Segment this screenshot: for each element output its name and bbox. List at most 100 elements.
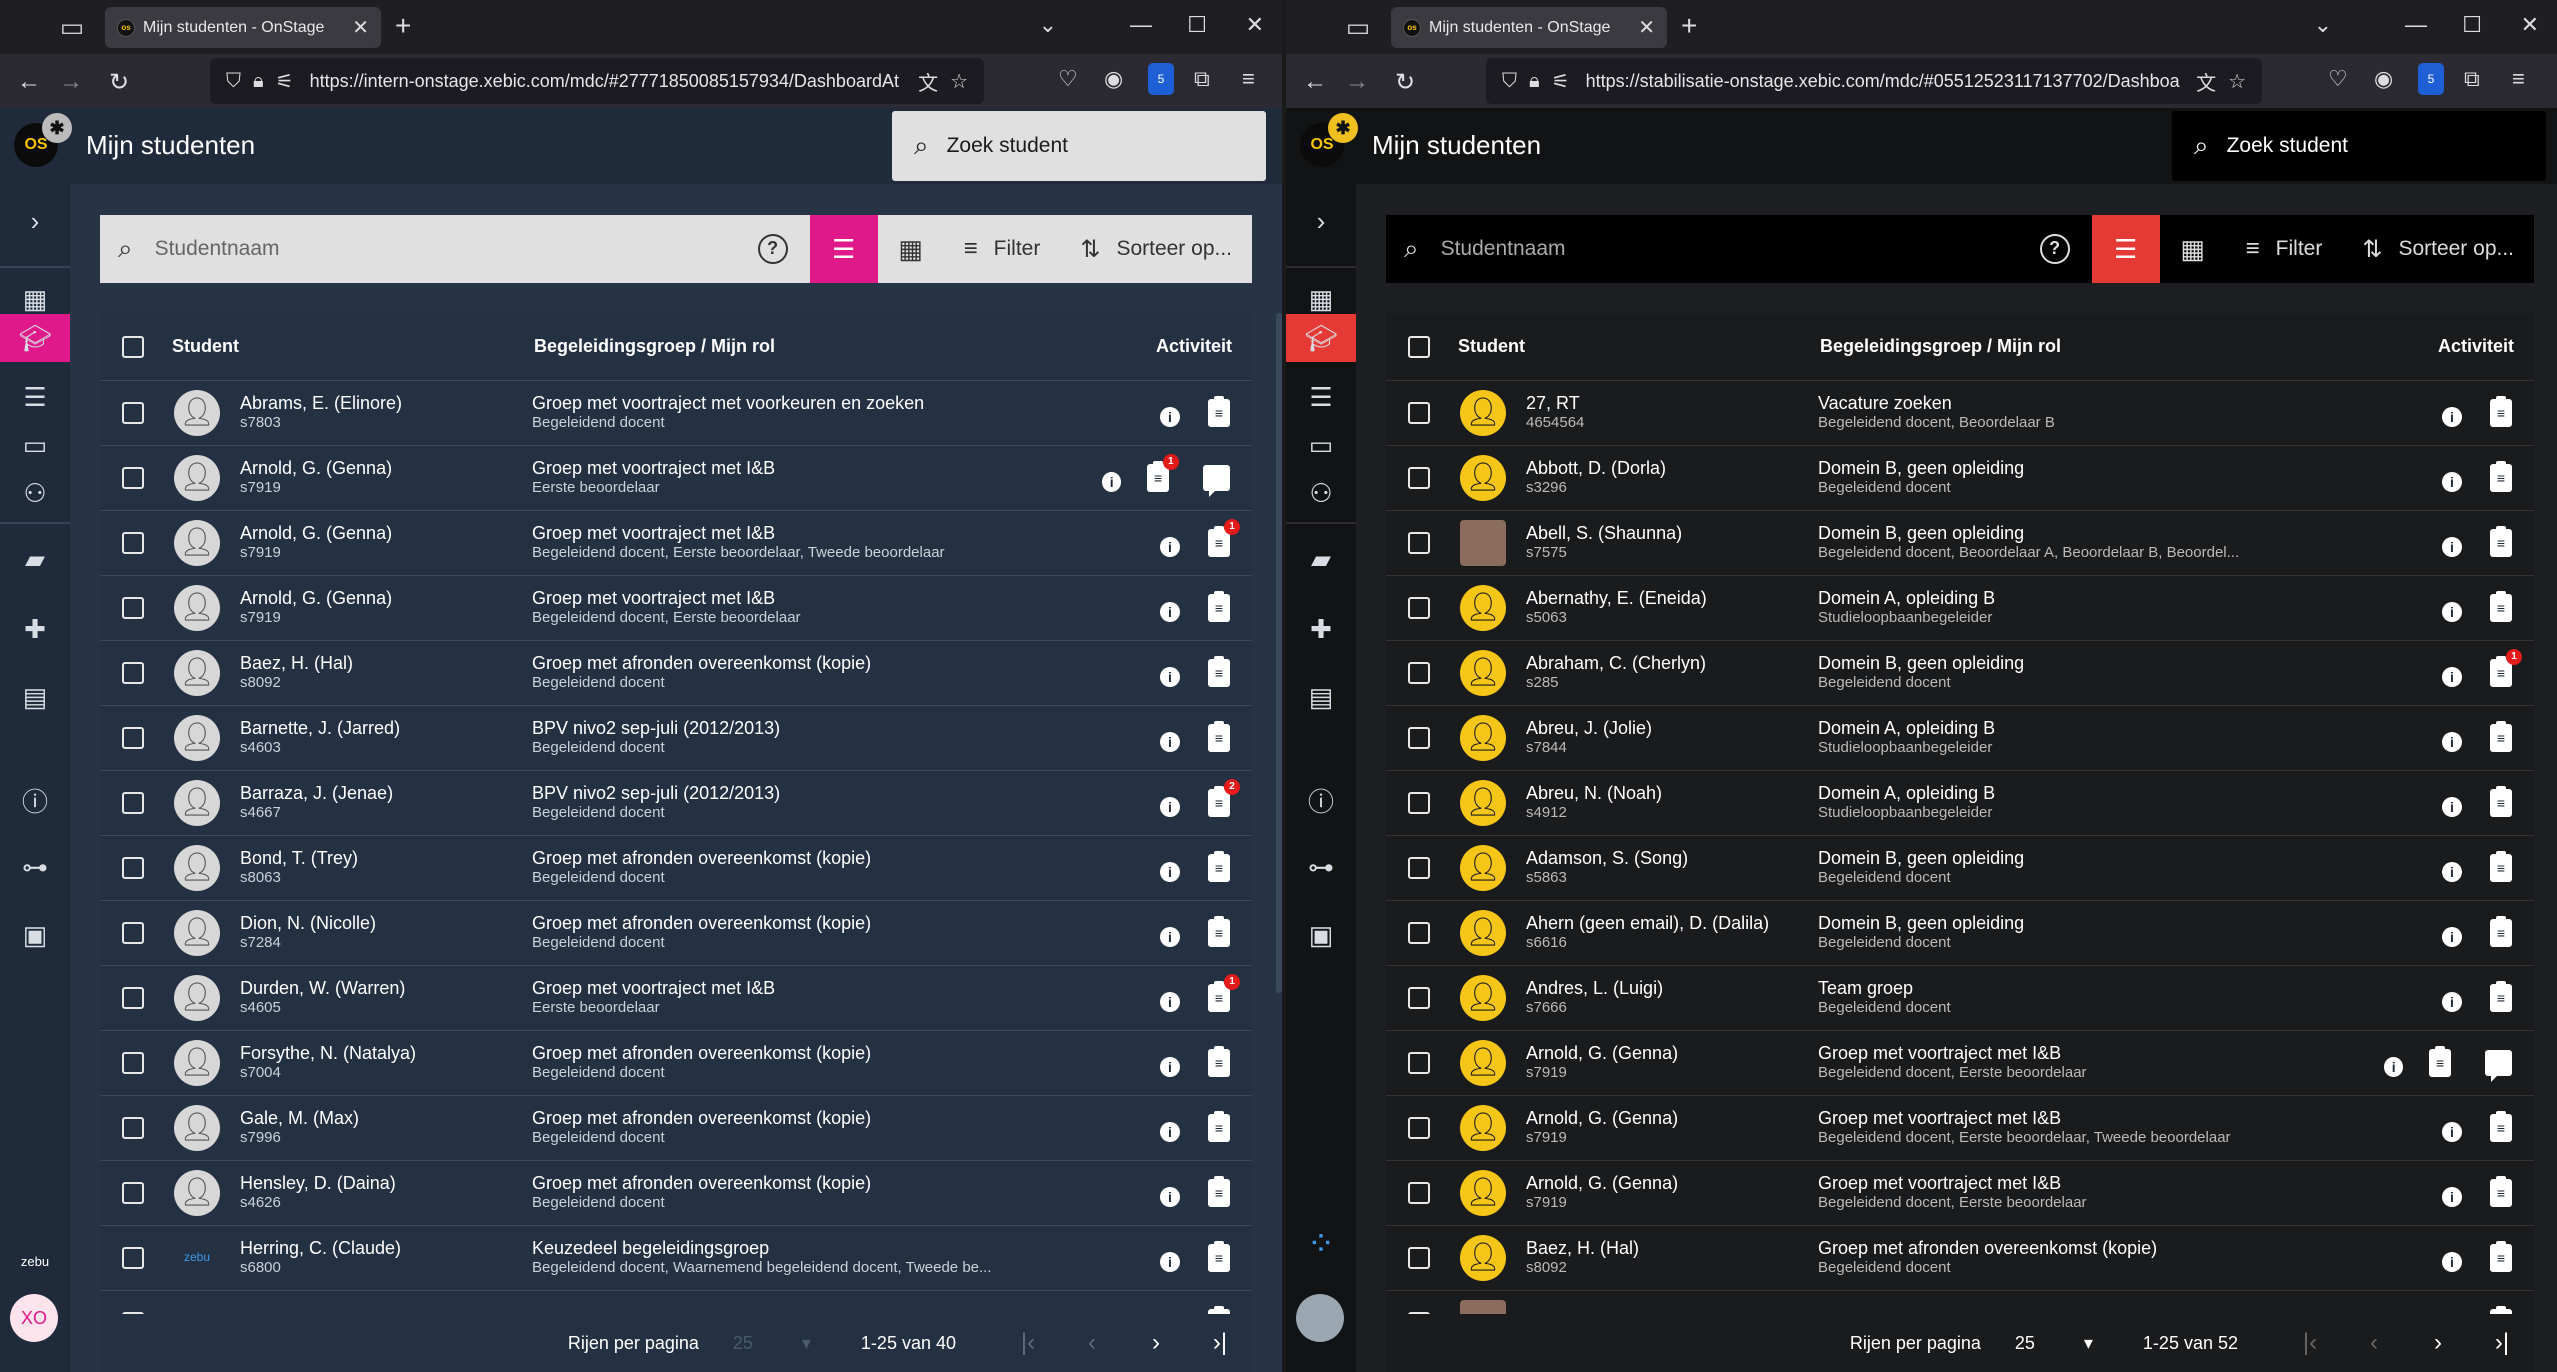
browser-tab[interactable]: os Mijn studenten - OnStage ✕ [105, 7, 381, 48]
row-checkbox[interactable] [122, 922, 144, 944]
row-checkbox[interactable] [122, 1247, 144, 1269]
students-graduation-icon[interactable]: 🎓︎ [1286, 314, 1356, 362]
student-cell[interactable]: Durden, W. (Warren) s4605 [240, 978, 532, 1018]
student-cell[interactable]: Abreu, J. (Jolie) s7844 [1526, 718, 1818, 758]
student-cell[interactable]: 27, RT 4654564 [1526, 393, 1818, 433]
feedback-icon[interactable]: ▣ [0, 920, 70, 951]
tab-list-icon[interactable]: ▭ [52, 12, 92, 43]
student-cell[interactable]: Andres, L. (Luigi) s7666 [1526, 978, 1818, 1018]
table-row[interactable]: 👤︎ Abbott, D. (Dorla) s3296 Domein B, geen … [1386, 446, 2534, 511]
clipboard-icon[interactable]: ≡ [2429, 1046, 2451, 1077]
info-icon[interactable]: i [2442, 407, 2462, 427]
table-row[interactable]: 👤︎ Barraza, J. (Jenae) s4667 BPV nivo2 sep-… [100, 771, 1252, 836]
studentnaam-input[interactable]: Studentnaam [1441, 237, 2040, 261]
row-checkbox[interactable] [122, 1117, 144, 1139]
row-checkbox[interactable] [1408, 1247, 1430, 1269]
table-row[interactable]: 👤︎ Abreu, J. (Jolie) s7844 Domein A, opleid… [1386, 706, 2534, 771]
clipboard-icon[interactable]: ≡ [1208, 916, 1230, 947]
onstage-logo[interactable]: OS ✱ [1300, 113, 1358, 167]
ublock-extension-icon[interactable]: 5 [1148, 63, 1174, 95]
ublock-extension-icon[interactable]: 5 [2418, 63, 2444, 95]
table-row[interactable]: 👤︎ Andres, L. (Luigi) s7666 Team groep Begel… [1386, 966, 2534, 1031]
clipboard-icon[interactable]: ≡ [2490, 1111, 2512, 1142]
reload-icon[interactable]: ↻ [92, 68, 146, 97]
clipboard-icon[interactable]: ≡ [1208, 1111, 1230, 1142]
folder-icon[interactable]: ▰ [1286, 544, 1356, 575]
table-row[interactable]: 👤︎ Abernathy, E. (Eneida) s5063 Domein A, o… [1386, 576, 2534, 641]
student-cell[interactable]: Arnold, G. (Genna) s7919 [240, 458, 532, 498]
tab-list-icon[interactable]: ▭ [1338, 12, 1378, 43]
next-page-icon[interactable]: › [2406, 1329, 2470, 1357]
shield-icon[interactable]: ⛉ [1502, 70, 1517, 93]
row-checkbox[interactable] [1408, 727, 1430, 749]
row-checkbox[interactable] [1408, 987, 1430, 1009]
help-circle-icon[interactable]: ? [757, 234, 788, 264]
monitor-icon[interactable]: ▭ [1286, 430, 1356, 461]
row-checkbox[interactable] [1408, 1117, 1430, 1139]
info-icon[interactable]: i [2442, 992, 2462, 1012]
student-cell[interactable]: Barnette, J. (Jarred) s4603 [240, 718, 532, 758]
forward-icon[interactable]: → [44, 68, 98, 96]
menu-icon[interactable]: ≡ [2512, 66, 2525, 92]
clipboard-icon[interactable]: ≡ [2490, 786, 2512, 817]
students-graduation-icon[interactable]: 🎓︎ [0, 314, 70, 362]
info-icon[interactable]: i [2442, 1252, 2462, 1272]
student-cell[interactable]: Gale, M. (Max) s7996 [240, 1108, 532, 1148]
row-checkbox[interactable] [122, 792, 144, 814]
lock-icon[interactable]: 🔒︎ [253, 70, 264, 93]
row-checkbox[interactable] [122, 727, 144, 749]
student-cell[interactable]: Abell, S. (Shaunna) s7575 [1526, 523, 1818, 563]
clipboard-icon[interactable]: ≡ [1208, 1176, 1230, 1207]
minimize-icon[interactable]: — [2405, 12, 2427, 38]
translate-icon[interactable]: 文 [918, 67, 938, 96]
zoek-student-button[interactable]: ⌕ Zoek student [892, 111, 1266, 181]
column-student[interactable]: Student [1458, 336, 1820, 357]
bug-icon[interactable]: ✱ [42, 113, 72, 143]
info-icon[interactable]: i [1160, 797, 1180, 817]
permissions-icon[interactable]: ⚟ [276, 69, 294, 94]
table-row[interactable]: 👤︎ Abrams, E. (Elinore) s7803 Groep met voo… [100, 381, 1252, 446]
table-row[interactable]: 👤︎ Bond, T. (Trey) s8063 Groep met afronden… [100, 836, 1252, 901]
dashboard-icon[interactable]: ▦ [0, 284, 70, 315]
translate-icon[interactable]: 文 [2196, 67, 2216, 96]
student-cell[interactable]: Dion, N. (Nicolle) s7284 [240, 913, 532, 953]
new-tab-icon[interactable]: + [1681, 10, 1697, 42]
row-checkbox[interactable] [122, 467, 144, 489]
clipboard-icon[interactable]: ≡ [2490, 526, 2512, 557]
puzzle-icon[interactable]: ✚ [1286, 614, 1356, 645]
info-icon[interactable]: i [1160, 407, 1180, 427]
clipboard-icon[interactable]: ≡ 1 [2490, 649, 2522, 687]
student-cell[interactable]: Ahern (geen email), D. (Dalila) s6616 [1526, 913, 1818, 953]
tab-overflow-chevron-icon[interactable]: ⌄ [1039, 12, 1057, 38]
row-checkbox[interactable] [122, 1052, 144, 1074]
info-icon[interactable]: i [1160, 927, 1180, 947]
zoek-student-button[interactable]: ⌕ Zoek student [2172, 111, 2546, 181]
account-icon[interactable]: ◉ [2374, 66, 2393, 92]
table-row[interactable]: Abell, S. (Shaunna) s7575 Domein B, geen o… [1386, 511, 2534, 576]
info-icon[interactable]: i [1160, 1187, 1180, 1207]
maximize-icon[interactable]: ☐ [2462, 12, 2482, 38]
column-student[interactable]: Student [172, 336, 534, 357]
bookmark-star-icon[interactable]: ☆ [950, 69, 968, 94]
student-cell[interactable]: Abreu, N. (Noah) s4912 [1526, 783, 1818, 823]
clipboard-icon[interactable]: ≡ [2490, 396, 2512, 427]
previous-page-icon[interactable]: ‹ [1060, 1329, 1124, 1357]
table-row[interactable]: 👤︎ Arnold, G. (Genna) s7919 Groep met voort… [1386, 1031, 2534, 1096]
student-cell[interactable]: Arnold, G. (Genna) s7919 [240, 523, 532, 563]
clipboard-icon[interactable]: ≡ [2490, 1241, 2512, 1272]
student-cell[interactable]: Forsythe, N. (Natalya) s7004 [240, 1043, 532, 1083]
info-icon[interactable]: i [1160, 1122, 1180, 1142]
clipboard-icon[interactable]: ≡ [1208, 1046, 1230, 1077]
student-cell[interactable]: Abraham, C. (Cherlyn) s285 [1526, 653, 1818, 693]
info-icon[interactable]: i [1160, 732, 1180, 752]
help-icon[interactable]: ⓘ [1286, 782, 1356, 819]
info-icon[interactable]: i [2384, 1057, 2404, 1077]
table-row[interactable]: 👤︎ Arnold, G. (Genna) s7919 Groep met voort… [1386, 1096, 2534, 1161]
close-tab-icon[interactable]: ✕ [352, 15, 369, 40]
table-row[interactable]: 👤︎ Adamson, S. (Song) s5863 Domein B, geen … [1386, 836, 2534, 901]
table-row[interactable]: 👤︎ Forsythe, N. (Natalya) s7004 Groep met a… [100, 1031, 1252, 1096]
clipboard-icon[interactable]: ≡ [2490, 721, 2512, 752]
select-all-checkbox[interactable] [122, 335, 144, 358]
info-icon[interactable]: i [1160, 992, 1180, 1012]
grid-view-button[interactable]: ▦ [878, 234, 944, 265]
